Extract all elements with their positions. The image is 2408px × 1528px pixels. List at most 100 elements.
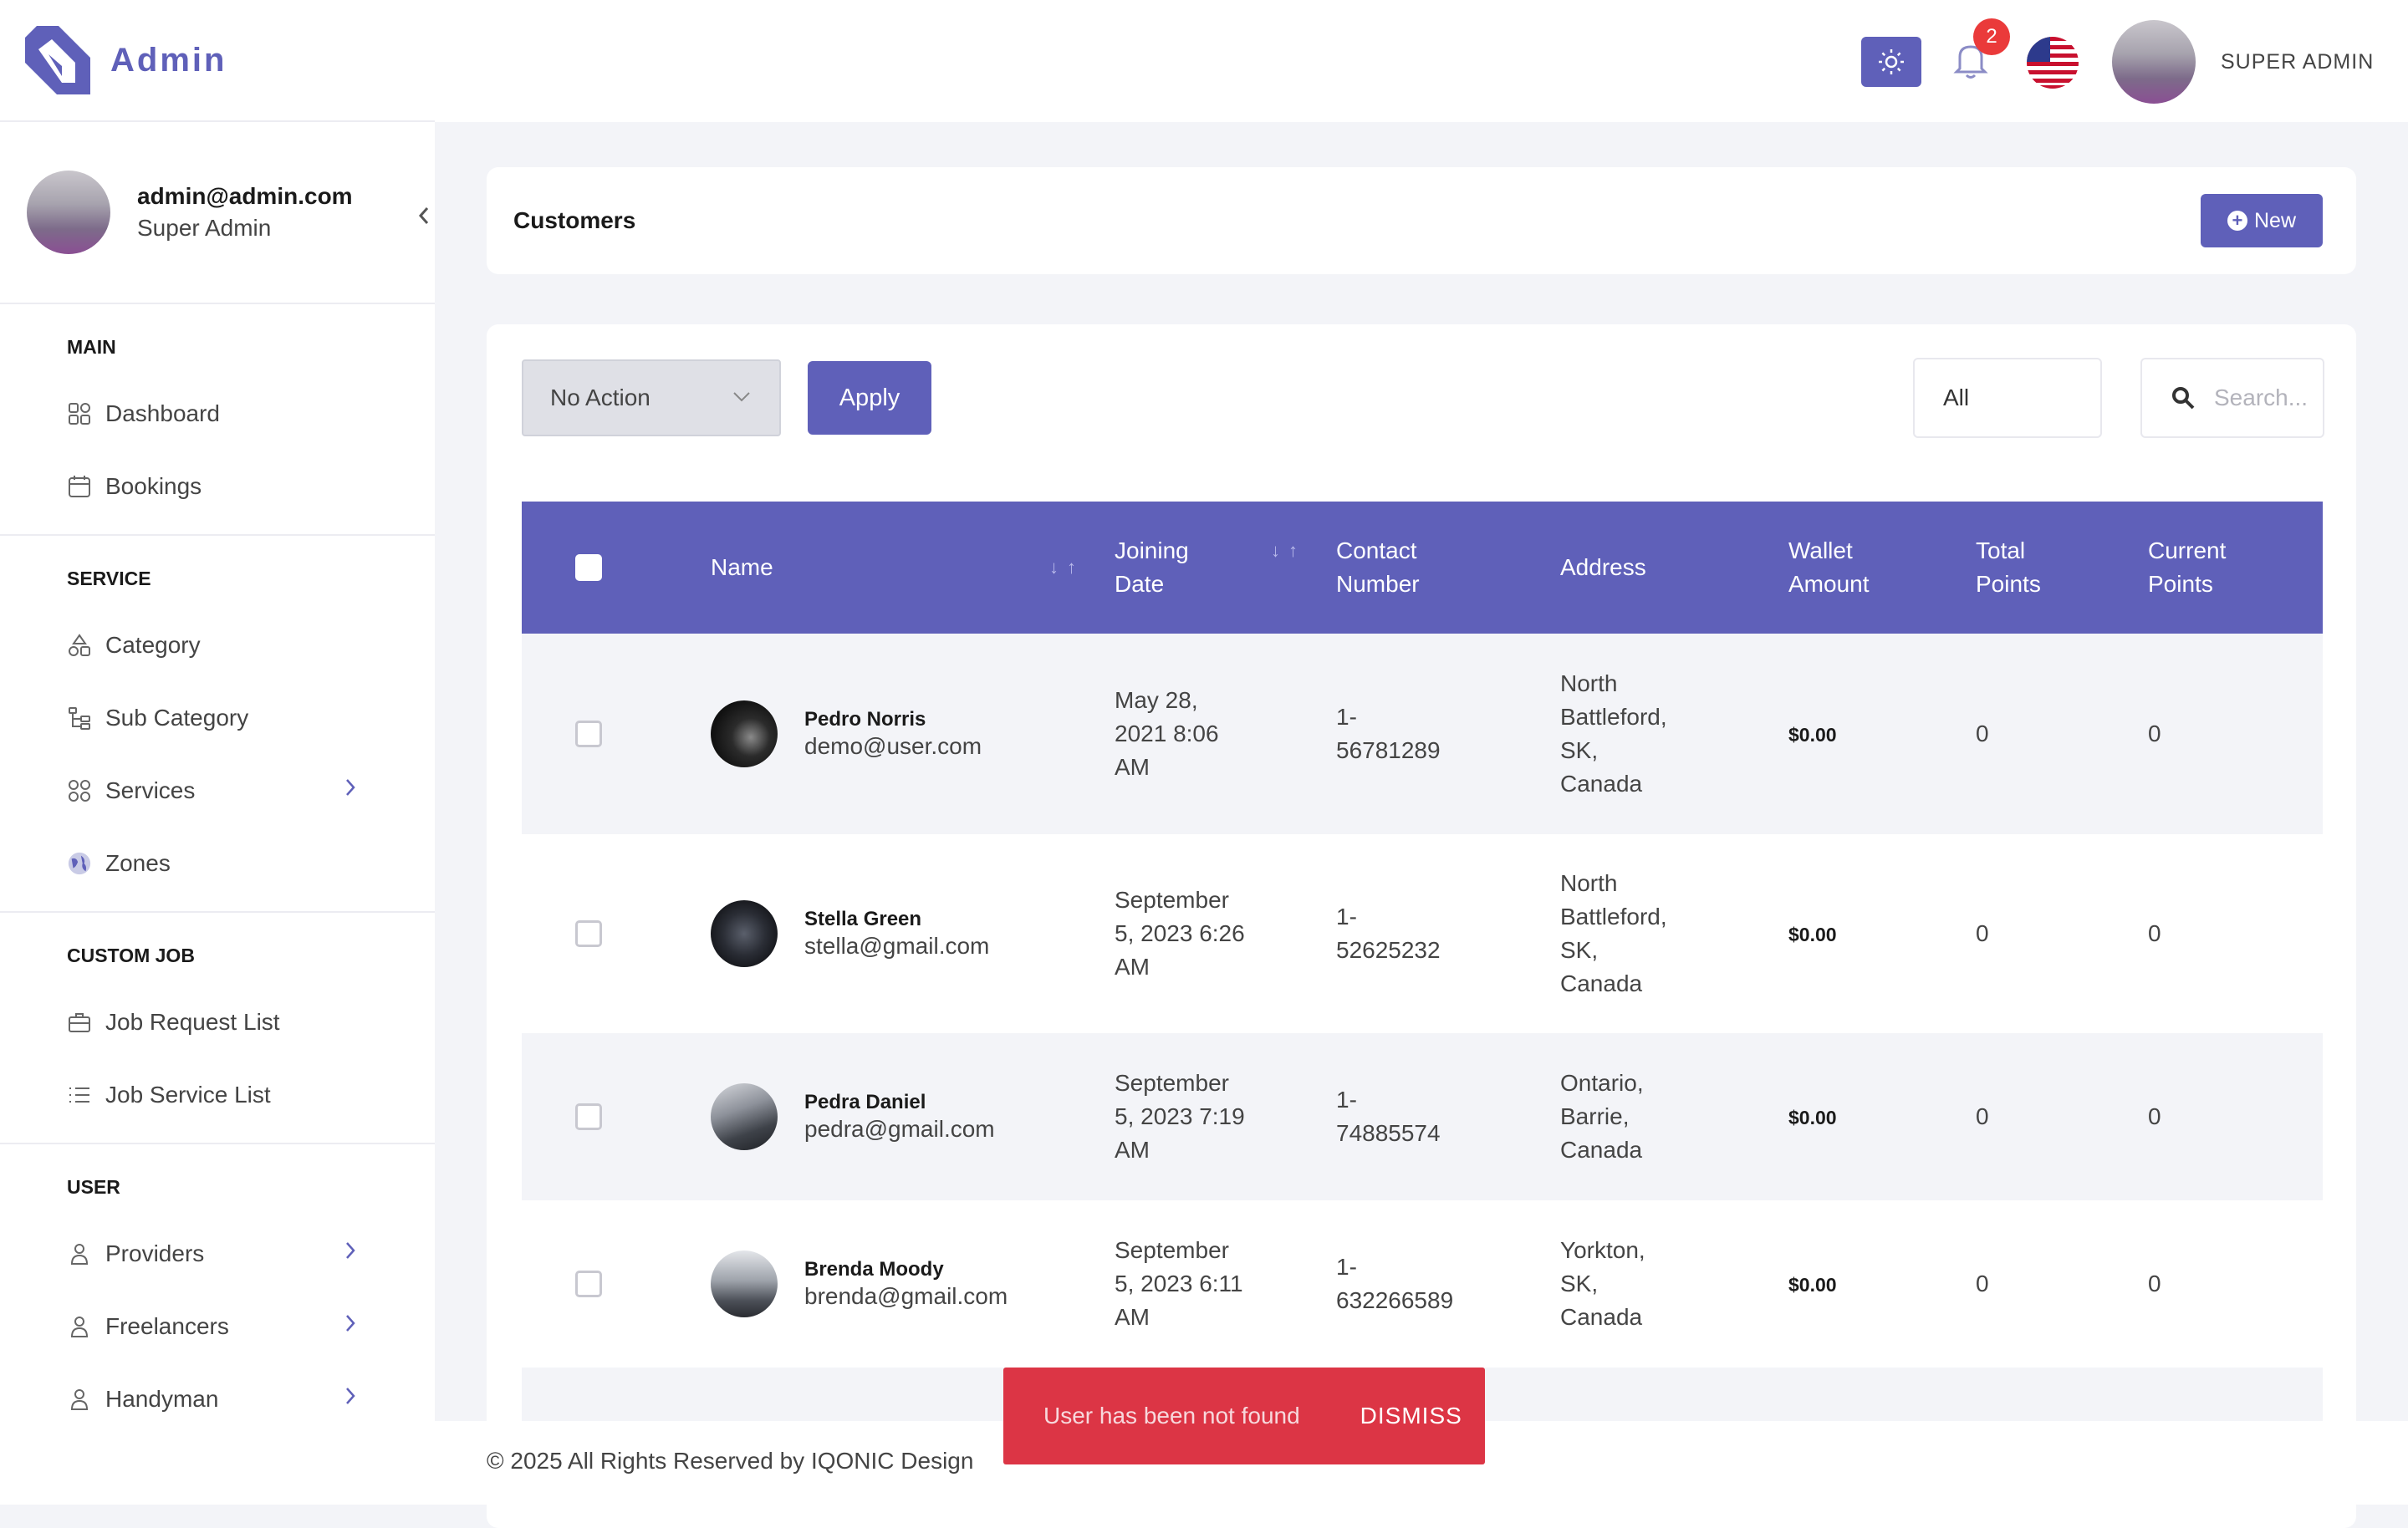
top-header: 2 SUPER ADMIN bbox=[435, 0, 2408, 122]
sidebar-item-label: Freelancers bbox=[105, 1312, 229, 1339]
user-menu-label[interactable]: SUPER ADMIN bbox=[2221, 50, 2374, 74]
wallet-amount: $0.00 bbox=[1788, 1273, 1837, 1296]
table-row[interactable]: Brenda Moody brenda@gmail.com September … bbox=[522, 1200, 2323, 1368]
toast-dismiss-button[interactable]: DISMISS bbox=[1360, 1403, 1462, 1429]
grid-icon bbox=[67, 401, 92, 426]
theme-toggle-button[interactable] bbox=[1861, 37, 1921, 87]
search-input[interactable] bbox=[2212, 384, 2313, 412]
toast-message: User has been not found bbox=[1043, 1403, 1300, 1429]
chevron-right-icon bbox=[344, 777, 356, 797]
sidebar-item-label: Providers bbox=[105, 1240, 205, 1266]
customers-list-card: No Action Apply All Name ↓↑ ↓↑ Joining D… bbox=[487, 324, 2356, 1528]
contact-number: 1-632266589 bbox=[1336, 1254, 1454, 1313]
grid-icon bbox=[67, 778, 92, 803]
row-checkbox[interactable] bbox=[575, 721, 602, 747]
sidebar-item-label: Zones bbox=[105, 849, 171, 876]
avatar bbox=[711, 700, 778, 767]
sidebar-item-label: Bookings bbox=[105, 472, 202, 499]
page-header-card: Customers + New bbox=[487, 167, 2356, 274]
sidebar-item-services[interactable]: Services bbox=[0, 754, 435, 827]
chevron-right-icon bbox=[344, 1240, 356, 1261]
sidebar-item-handyman[interactable]: Handyman bbox=[0, 1362, 435, 1435]
bulk-action-select[interactable]: No Action bbox=[522, 359, 781, 436]
user-icon bbox=[67, 1314, 92, 1339]
customer-name[interactable]: Pedra Daniel bbox=[804, 1090, 995, 1115]
customer-email: pedra@gmail.com bbox=[804, 1116, 995, 1142]
apply-button[interactable]: Apply bbox=[808, 361, 931, 435]
contact-number: 1-52625232 bbox=[1336, 904, 1441, 963]
column-header-address: Address bbox=[1560, 554, 1646, 580]
sidebar-item-label: Services bbox=[105, 777, 196, 803]
address: Ontario, Barrie, Canada bbox=[1560, 1070, 1644, 1163]
sidebar-profile: admin@admin.com Super Admin bbox=[0, 122, 435, 304]
contact-number: 1-56781289 bbox=[1336, 704, 1441, 763]
new-customer-button[interactable]: + New bbox=[2201, 194, 2323, 247]
shapes-icon bbox=[67, 633, 92, 658]
sidebar-item-freelancers[interactable]: Freelancers bbox=[0, 1290, 435, 1362]
contact-number: 1-74885574 bbox=[1336, 1087, 1441, 1146]
calendar-icon bbox=[67, 474, 92, 499]
row-checkbox[interactable] bbox=[575, 1103, 602, 1130]
joining-date: September 5, 2023 6:11 AM bbox=[1115, 1237, 1243, 1330]
column-header-label: Wallet Amount bbox=[1788, 537, 1870, 597]
sort-arrows-icon[interactable]: ↓↑ bbox=[1049, 551, 1084, 584]
table-row[interactable]: Pedra Daniel pedra@gmail.com September 5… bbox=[522, 1033, 2323, 1200]
us-flag-icon bbox=[2027, 37, 2079, 89]
customer-name[interactable]: Brenda Moody bbox=[804, 1257, 1008, 1282]
sidebar-item-label: Category bbox=[105, 631, 201, 658]
sidebar-item-job-request-list[interactable]: Job Request List bbox=[0, 986, 435, 1058]
sidebar-item-sub-category[interactable]: Sub Category bbox=[0, 681, 435, 754]
wallet-amount: $0.00 bbox=[1788, 923, 1837, 945]
current-points: 0 bbox=[2148, 721, 2161, 746]
column-header-wallet: Wallet Amount bbox=[1788, 502, 1976, 634]
column-header-name[interactable]: Name ↓↑ bbox=[711, 502, 1115, 634]
customer-name[interactable]: Pedro Norris bbox=[804, 707, 982, 732]
plus-circle-icon: + bbox=[2227, 211, 2247, 231]
notification-badge: 2 bbox=[1973, 18, 2010, 55]
sidebar: Admin admin@admin.com Super Admin MAIN D… bbox=[0, 0, 435, 1505]
sun-icon bbox=[1879, 49, 1904, 74]
status-filter-select[interactable]: All bbox=[1913, 358, 2102, 438]
sidebar-item-providers[interactable]: Providers bbox=[0, 1217, 435, 1290]
profile-role: Super Admin bbox=[137, 215, 272, 241]
avatar[interactable] bbox=[2112, 20, 2196, 104]
section-title: USER bbox=[67, 1176, 120, 1198]
customer-email: stella@gmail.com bbox=[804, 933, 990, 959]
avatar[interactable] bbox=[27, 171, 110, 254]
current-points: 0 bbox=[2148, 920, 2161, 946]
language-flag-button[interactable] bbox=[2027, 37, 2079, 89]
section-title: SERVICE bbox=[67, 568, 151, 589]
table-row[interactable]: Pedro Norris demo@user.com May 28, 2021 … bbox=[522, 634, 2323, 834]
list-icon bbox=[67, 1082, 92, 1108]
column-header-current-points: Current Points bbox=[2148, 502, 2323, 634]
sidebar-item-dashboard[interactable]: Dashboard bbox=[0, 377, 435, 450]
select-all-checkbox[interactable] bbox=[575, 554, 602, 581]
sidebar-collapse-button[interactable] bbox=[411, 199, 435, 232]
customer-name[interactable]: Stella Green bbox=[804, 907, 989, 932]
customer-email: demo@user.com bbox=[804, 733, 982, 759]
sidebar-item-label: Job Service List bbox=[105, 1081, 271, 1108]
profile-email: admin@admin.com bbox=[137, 183, 353, 209]
joining-date: May 28, 2021 8:06 AM bbox=[1115, 687, 1219, 780]
sidebar-section-main: MAIN Dashboard Bookings bbox=[0, 304, 435, 536]
search-box[interactable] bbox=[2140, 358, 2324, 438]
column-header-joining-date[interactable]: ↓↑ Joining Date bbox=[1115, 502, 1336, 634]
avatar bbox=[711, 1250, 778, 1317]
bulk-action-value: No Action bbox=[550, 385, 650, 410]
row-checkbox[interactable] bbox=[575, 920, 602, 947]
column-header-label: Current Points bbox=[2148, 537, 2227, 597]
table-row[interactable]: Stella Green stella@gmail.com September … bbox=[522, 834, 2323, 1033]
new-button-label: New bbox=[2253, 208, 2296, 232]
sidebar-item-zones[interactable]: Zones bbox=[0, 827, 435, 899]
avatar bbox=[711, 900, 778, 967]
sidebar-item-job-service-list[interactable]: Job Service List bbox=[0, 1058, 435, 1131]
sidebar-item-category[interactable]: Category bbox=[0, 609, 435, 681]
brand[interactable]: Admin bbox=[0, 0, 435, 122]
address: North Battleford, SK, Canada bbox=[1560, 670, 1667, 797]
sort-arrows-icon[interactable]: ↓↑ bbox=[1271, 534, 1306, 568]
customer-email: brenda@gmail.com bbox=[804, 1283, 1008, 1309]
briefcase-icon bbox=[67, 1010, 92, 1035]
row-checkbox[interactable] bbox=[575, 1271, 602, 1297]
sidebar-item-bookings[interactable]: Bookings bbox=[0, 450, 435, 522]
table-header-row: Name ↓↑ ↓↑ Joining Date Contact Number A… bbox=[522, 502, 2323, 634]
